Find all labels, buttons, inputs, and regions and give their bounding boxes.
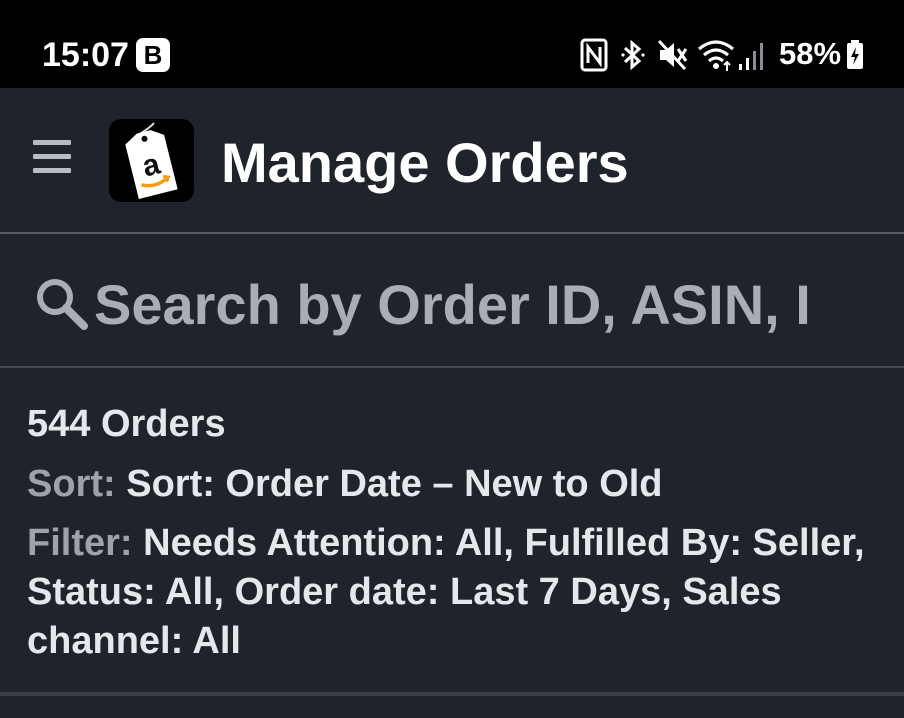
status-bar: 15:07 B 58% bbox=[0, 0, 904, 88]
sort-value: Sort: Order Date – New to Old bbox=[126, 463, 663, 505]
filter-line[interactable]: Filter: Needs Attention: All, Fulfilled … bbox=[27, 519, 887, 666]
orders-summary: 544 Orders Sort: Sort: Order Date – New … bbox=[27, 402, 887, 666]
bluetooth-icon bbox=[621, 39, 645, 71]
search-icon bbox=[37, 279, 88, 330]
orders-count: 544 Orders bbox=[27, 403, 226, 445]
search-input[interactable] bbox=[94, 264, 814, 344]
sort-label: Sort: bbox=[27, 463, 116, 505]
battery-charging-icon bbox=[847, 40, 863, 69]
amazon-seller-logo: a bbox=[109, 119, 194, 202]
wifi-icon bbox=[697, 40, 735, 71]
b-badge-icon: B bbox=[136, 38, 170, 72]
mute-icon bbox=[657, 39, 688, 71]
search-bar bbox=[0, 234, 904, 368]
app-bar: a Manage Orders bbox=[0, 88, 904, 234]
signal-icon bbox=[739, 43, 763, 70]
filter-label: Filter: bbox=[27, 522, 133, 564]
sort-line[interactable]: Sort: Sort: Order Date – New to Old bbox=[27, 460, 887, 509]
status-time: 15:07 bbox=[42, 36, 129, 74]
hamburger-menu-icon[interactable] bbox=[33, 140, 71, 174]
order-list-area bbox=[0, 696, 904, 718]
nfc-icon bbox=[580, 38, 608, 72]
battery-percent: 58% bbox=[779, 36, 842, 71]
page-title: Manage Orders bbox=[221, 131, 629, 194]
filter-value: Needs Attention: All, Fulfilled By: Sell… bbox=[27, 522, 865, 662]
price-tag-icon: a bbox=[125, 122, 178, 199]
